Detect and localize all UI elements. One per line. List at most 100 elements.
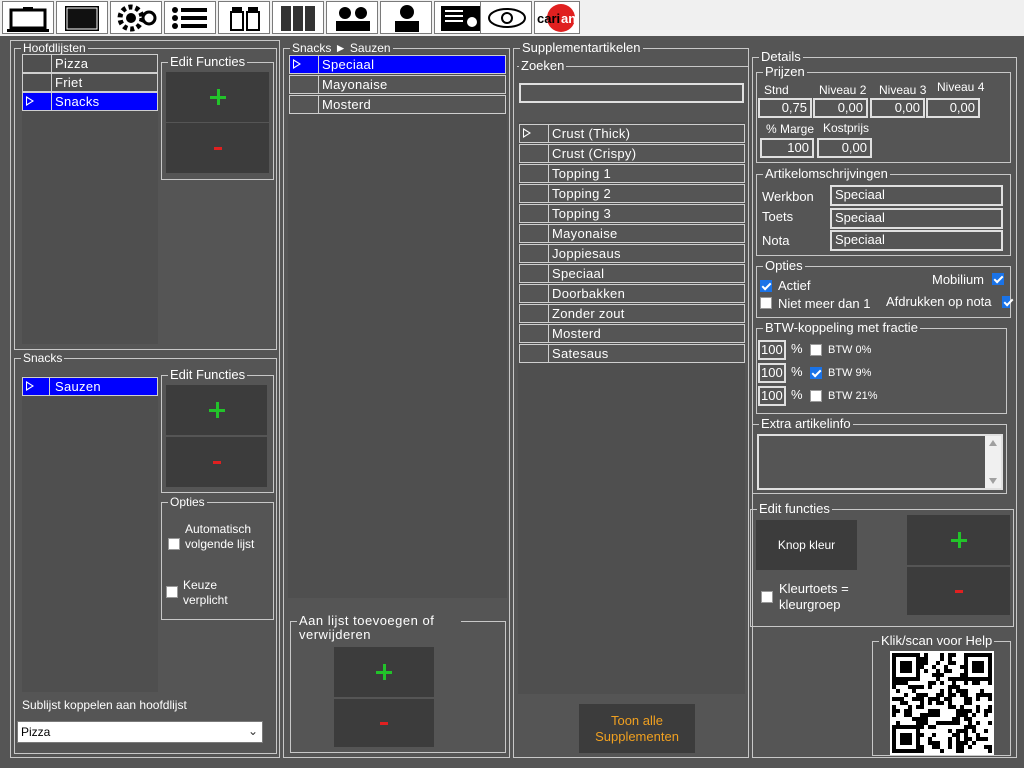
btw-fractie-input[interactable]: 100 bbox=[758, 386, 786, 406]
list-item[interactable]: Doorbakken bbox=[519, 284, 745, 303]
add-button[interactable] bbox=[166, 385, 267, 435]
list-item[interactable]: Topping 1 bbox=[519, 164, 745, 183]
niet-meer-checkbox[interactable] bbox=[760, 297, 772, 309]
list-item[interactable]: Satesaus bbox=[519, 344, 745, 363]
toon-alle-supplementen-button[interactable]: Toon alle Supplementen bbox=[579, 704, 695, 753]
plus-icon bbox=[950, 532, 967, 548]
prijs-niveau2-input[interactable]: 0,00 bbox=[813, 98, 868, 118]
marge-input[interactable]: 100 bbox=[760, 138, 814, 158]
person-icon[interactable] bbox=[380, 1, 432, 34]
list-item[interactable]: Mosterd bbox=[519, 324, 745, 343]
list-item[interactable]: Speciaal bbox=[519, 264, 745, 283]
list-item-selected[interactable]: Sauzen bbox=[22, 377, 158, 396]
list-item[interactable]: Mosterd bbox=[289, 95, 506, 114]
niveau4-label: Niveau 4 bbox=[937, 80, 985, 94]
eye-icon[interactable] bbox=[480, 1, 532, 34]
extra-textarea[interactable] bbox=[757, 434, 1003, 490]
plus-icon bbox=[376, 664, 392, 680]
stnd-label: Stnd bbox=[764, 83, 789, 97]
nota-input[interactable]: Speciaal bbox=[830, 230, 1003, 251]
minus-icon bbox=[954, 590, 963, 593]
list-item[interactable]: Friet bbox=[22, 73, 158, 92]
toets-label: Toets bbox=[762, 209, 794, 224]
list-item[interactable]: Crust (Thick) bbox=[519, 124, 745, 143]
details-title: Details bbox=[759, 49, 803, 64]
prijs-niveau3-input[interactable]: 0,00 bbox=[870, 98, 925, 118]
percent-label: % bbox=[791, 364, 803, 379]
list-item[interactable]: Pizza bbox=[22, 54, 158, 73]
minus-icon bbox=[213, 147, 222, 150]
btw-fractie-input[interactable]: 100 bbox=[758, 363, 786, 383]
list-item[interactable]: Topping 3 bbox=[519, 204, 745, 223]
werkbon-label: Werkbon bbox=[762, 189, 814, 204]
edit-functies-title: Edit Functies bbox=[168, 367, 248, 382]
opties-title: Opties bbox=[168, 495, 207, 509]
afdrukken-checkbox[interactable] bbox=[1002, 296, 1010, 308]
add-button[interactable] bbox=[166, 72, 269, 122]
toets-input[interactable]: Speciaal bbox=[830, 208, 1003, 229]
list-item-selected[interactable]: Snacks bbox=[22, 92, 158, 111]
hoofdlijsten-title: Hoofdlijsten bbox=[21, 41, 88, 55]
list-icon[interactable] bbox=[164, 1, 216, 34]
remove-button[interactable] bbox=[166, 437, 267, 487]
kleurtoets-label: Kleurtoets = kleurgroep bbox=[779, 581, 849, 612]
btw-fractie-input[interactable]: 100 bbox=[758, 340, 786, 360]
add-to-list-button[interactable] bbox=[334, 647, 434, 697]
selected-arrow-icon bbox=[523, 128, 531, 138]
btw-checkbox[interactable] bbox=[810, 390, 822, 402]
scrollbar[interactable] bbox=[985, 436, 1001, 488]
snacks-title: Snacks bbox=[21, 351, 65, 365]
list-item-selected[interactable]: Speciaal bbox=[289, 55, 506, 74]
users-icon[interactable] bbox=[326, 1, 378, 34]
list-item[interactable]: Topping 2 bbox=[519, 184, 745, 203]
help-qr-code[interactable] bbox=[890, 651, 994, 755]
list-item[interactable]: Joppiesaus bbox=[519, 244, 745, 263]
selected-arrow-icon bbox=[26, 381, 34, 391]
jars-icon[interactable] bbox=[218, 1, 270, 34]
kostprijs-input[interactable]: 0,00 bbox=[817, 138, 872, 158]
list-item[interactable]: Crust (Crispy) bbox=[519, 144, 745, 163]
werkbon-input[interactable]: Speciaal bbox=[830, 185, 1003, 206]
minus-icon bbox=[212, 461, 221, 464]
search-input[interactable] bbox=[519, 83, 744, 103]
report-icon[interactable] bbox=[434, 1, 486, 34]
black-screen-icon[interactable] bbox=[56, 1, 108, 34]
btw-checkbox[interactable] bbox=[810, 367, 822, 379]
marge-label: % Marge bbox=[766, 122, 815, 136]
prijs-niveau4-input[interactable]: 0,00 bbox=[926, 98, 980, 118]
svg-text:an: an bbox=[561, 11, 576, 26]
list-item[interactable]: Mayonaise bbox=[519, 224, 745, 243]
svg-text:cari: cari bbox=[537, 11, 560, 26]
keuze-verplicht-label: Keuze verplicht bbox=[183, 578, 228, 607]
plus-icon bbox=[208, 402, 225, 418]
sublijst-select[interactable]: Pizza ⌄ bbox=[17, 721, 263, 743]
monitor-icon[interactable] bbox=[2, 1, 54, 34]
carian-logo-icon[interactable]: cari an bbox=[534, 1, 580, 34]
auto-volgende-checkbox[interactable] bbox=[168, 538, 180, 550]
kleurtoets-checkbox[interactable] bbox=[761, 591, 773, 603]
list-item[interactable]: Mayonaise bbox=[289, 75, 506, 94]
selected-arrow-icon bbox=[26, 96, 34, 106]
remove-from-list-button[interactable] bbox=[334, 699, 434, 747]
mobilium-checkbox[interactable] bbox=[992, 273, 1004, 285]
gear-icon[interactable] bbox=[110, 1, 162, 34]
remove-button[interactable] bbox=[166, 123, 269, 173]
scroll-up-icon bbox=[989, 440, 997, 446]
binders-icon[interactable] bbox=[272, 1, 324, 34]
sublijst-label: Sublijst koppelen aan hoofdlijst bbox=[22, 698, 187, 712]
remove-button[interactable] bbox=[907, 567, 1010, 615]
percent-label: % bbox=[791, 341, 803, 356]
edit-functies-title: Edit Functies bbox=[168, 54, 248, 69]
list-item[interactable]: Zonder zout bbox=[519, 304, 745, 323]
snacks-sauzen-title: Snacks ► Sauzen bbox=[290, 41, 393, 55]
zoeken-title: Zoeken bbox=[519, 58, 567, 73]
afdrukken-label: Afdrukken op nota bbox=[886, 294, 992, 309]
knop-kleur-button[interactable]: Knop kleur bbox=[756, 520, 857, 570]
kostprijs-label: Kostprijs bbox=[823, 121, 870, 135]
add-button[interactable] bbox=[907, 515, 1010, 565]
keuze-verplicht-checkbox[interactable] bbox=[166, 586, 178, 598]
nota-label: Nota bbox=[762, 233, 790, 248]
actief-checkbox[interactable] bbox=[760, 280, 772, 292]
prijs-stnd-input[interactable]: 0,75 bbox=[758, 98, 812, 118]
btw-checkbox[interactable] bbox=[810, 344, 822, 356]
